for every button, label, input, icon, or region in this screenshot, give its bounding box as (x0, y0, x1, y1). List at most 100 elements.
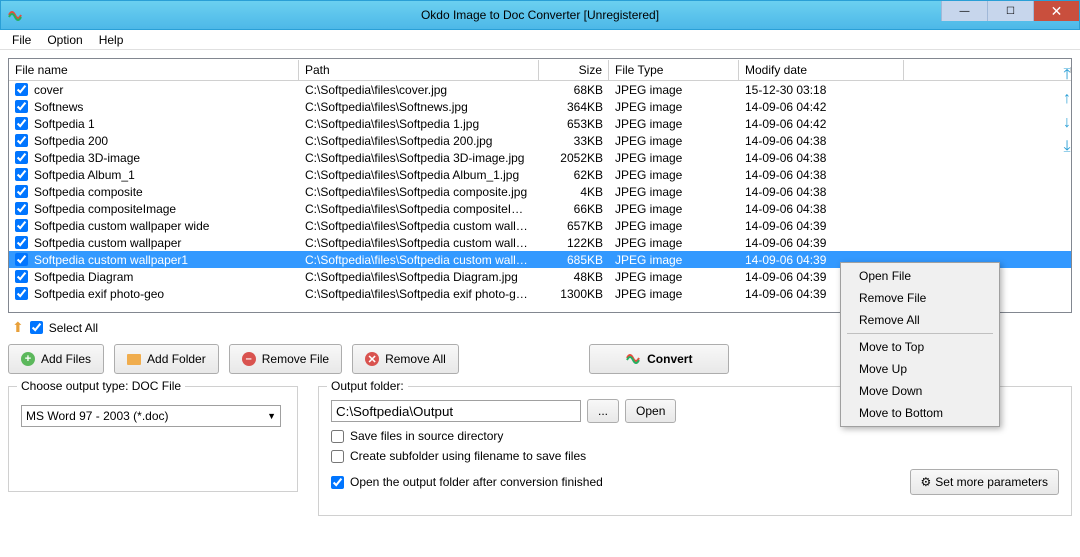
table-row[interactable]: SoftnewsC:\Softpedia\files\Softnews.jpg3… (9, 98, 1071, 115)
up-folder-icon[interactable]: ⬆ (12, 319, 24, 336)
table-row[interactable]: Softpedia custom wallpaperC:\Softpedia\f… (9, 234, 1071, 251)
row-filename: Softpedia Diagram (34, 270, 133, 284)
row-date: 14-09-06 04:39 (739, 219, 904, 233)
app-icon (7, 7, 23, 23)
row-filename: Softpedia 3D-image (34, 151, 140, 165)
table-row[interactable]: Softpedia compositeImageC:\Softpedia\fil… (9, 200, 1071, 217)
row-checkbox[interactable] (15, 287, 28, 300)
row-date: 14-09-06 04:38 (739, 134, 904, 148)
cb-open-after[interactable] (331, 476, 344, 489)
row-size: 68KB (539, 83, 609, 97)
row-checkbox[interactable] (15, 168, 28, 181)
row-path: C:\Softpedia\files\Softpedia compositeIm… (299, 202, 539, 216)
menu-file[interactable]: File (4, 31, 39, 49)
row-type: JPEG image (609, 236, 739, 250)
ctx-move-top[interactable]: Move to Top (843, 336, 997, 358)
col-path[interactable]: Path (299, 60, 539, 80)
move-up-arrow[interactable]: ↑ (1058, 90, 1076, 108)
row-path: C:\Softpedia\files\Softpedia composite.j… (299, 185, 539, 199)
row-checkbox[interactable] (15, 253, 28, 266)
table-row[interactable]: Softpedia composite C:\Softpedia\files\So… (9, 183, 1071, 200)
row-filename: Softnews (34, 100, 83, 114)
maximize-button[interactable]: ☐ (987, 1, 1033, 21)
cb-create-subfolder[interactable] (331, 450, 344, 463)
row-filename: Softpedia custom wallpaper (34, 236, 181, 250)
remove-all-label: Remove All (385, 352, 446, 366)
col-size[interactable]: Size (539, 60, 609, 80)
output-type-value: MS Word 97 - 2003 (*.doc) (26, 409, 169, 423)
row-date: 14-09-06 04:42 (739, 117, 904, 131)
row-path: C:\Softpedia\files\Softnews.jpg (299, 100, 539, 114)
ctx-remove-file[interactable]: Remove File (843, 287, 997, 309)
ctx-move-down[interactable]: Move Down (843, 380, 997, 402)
menu-help[interactable]: Help (91, 31, 132, 49)
row-filename: cover (34, 83, 63, 97)
ctx-move-up[interactable]: Move Up (843, 358, 997, 380)
ctx-open-file[interactable]: Open File (843, 265, 997, 287)
move-down-arrow[interactable]: ↓ (1058, 114, 1076, 132)
titlebar[interactable]: Okdo Image to Doc Converter [Unregistere… (0, 0, 1080, 30)
col-modifydate[interactable]: Modify date (739, 60, 904, 80)
minimize-button[interactable]: — (941, 1, 987, 21)
remove-file-label: Remove File (262, 352, 329, 366)
col-spacer (904, 67, 1071, 73)
convert-button[interactable]: Convert (589, 344, 729, 374)
cb-save-source-label: Save files in source directory (350, 429, 503, 443)
row-filename: Softpedia custom wallpaper1 (34, 253, 188, 267)
col-filename[interactable]: File name (9, 60, 299, 80)
table-row[interactable]: coverC:\Softpedia\files\cover.jpg68KBJPE… (9, 81, 1071, 98)
row-checkbox[interactable] (15, 185, 28, 198)
browse-button[interactable]: ... (587, 399, 619, 423)
table-row[interactable]: Softpedia 1C:\Softpedia\files\Softpedia … (9, 115, 1071, 132)
set-more-parameters-button[interactable]: ⚙ Set more parameters (910, 469, 1059, 495)
row-type: JPEG image (609, 134, 739, 148)
row-checkbox[interactable] (15, 219, 28, 232)
row-type: JPEG image (609, 100, 739, 114)
add-files-button[interactable]: + Add Files (8, 344, 104, 374)
row-checkbox[interactable] (15, 202, 28, 215)
cb-save-source[interactable] (331, 430, 344, 443)
ctx-remove-all[interactable]: Remove All (843, 309, 997, 331)
menu-option[interactable]: Option (39, 31, 90, 49)
remove-all-button[interactable]: ✕ Remove All (352, 344, 459, 374)
output-type-label: Choose output type: DOC File (17, 379, 185, 393)
row-checkbox[interactable] (15, 117, 28, 130)
add-folder-button[interactable]: Add Folder (114, 344, 219, 374)
row-checkbox[interactable] (15, 134, 28, 147)
move-bottom-arrow[interactable]: ⤓ (1058, 138, 1076, 156)
row-checkbox[interactable] (15, 83, 28, 96)
row-checkbox[interactable] (15, 151, 28, 164)
table-row[interactable]: Softpedia 200C:\Softpedia\files\Softpedi… (9, 132, 1071, 149)
row-filename: Softpedia exif photo-geo (34, 287, 164, 301)
output-folder-input[interactable] (331, 400, 581, 422)
row-size: 122KB (539, 236, 609, 250)
row-filename: Softpedia 1 (34, 117, 95, 131)
row-path: C:\Softpedia\files\Softpedia 200.jpg (299, 134, 539, 148)
context-menu: Open File Remove File Remove All Move to… (840, 262, 1000, 427)
output-type-combo[interactable]: MS Word 97 - 2003 (*.doc) ▼ (21, 405, 281, 427)
row-checkbox[interactable] (15, 100, 28, 113)
row-checkbox[interactable] (15, 236, 28, 249)
row-filename: Softpedia composite (34, 185, 143, 199)
table-row[interactable]: Softpedia 3D-imageC:\Softpedia\files\Sof… (9, 149, 1071, 166)
row-type: JPEG image (609, 117, 739, 131)
table-row[interactable]: Softpedia Album_1C:\Softpedia\files\Soft… (9, 166, 1071, 183)
row-size: 657KB (539, 219, 609, 233)
table-row[interactable]: Softpedia custom wallpaper wideC:\Softpe… (9, 217, 1071, 234)
close-button[interactable]: ✕ (1033, 1, 1079, 21)
chevron-down-icon: ▼ (267, 411, 276, 421)
row-path: C:\Softpedia\files\Softpedia exif photo-… (299, 287, 539, 301)
convert-label: Convert (647, 352, 692, 366)
select-all-checkbox[interactable] (30, 321, 43, 334)
gear-icon: ⚙ (921, 475, 932, 489)
row-date: 14-09-06 04:38 (739, 185, 904, 199)
set-more-label: Set more parameters (935, 475, 1048, 489)
row-path: C:\Softpedia\files\Softpedia custom wall… (299, 253, 539, 267)
ctx-move-bottom[interactable]: Move to Bottom (843, 402, 997, 424)
move-top-arrow[interactable]: ⤒ (1058, 66, 1076, 84)
row-checkbox[interactable] (15, 270, 28, 283)
row-type: JPEG image (609, 83, 739, 97)
remove-file-button[interactable]: – Remove File (229, 344, 342, 374)
open-folder-button[interactable]: Open (625, 399, 676, 423)
col-filetype[interactable]: File Type (609, 60, 739, 80)
